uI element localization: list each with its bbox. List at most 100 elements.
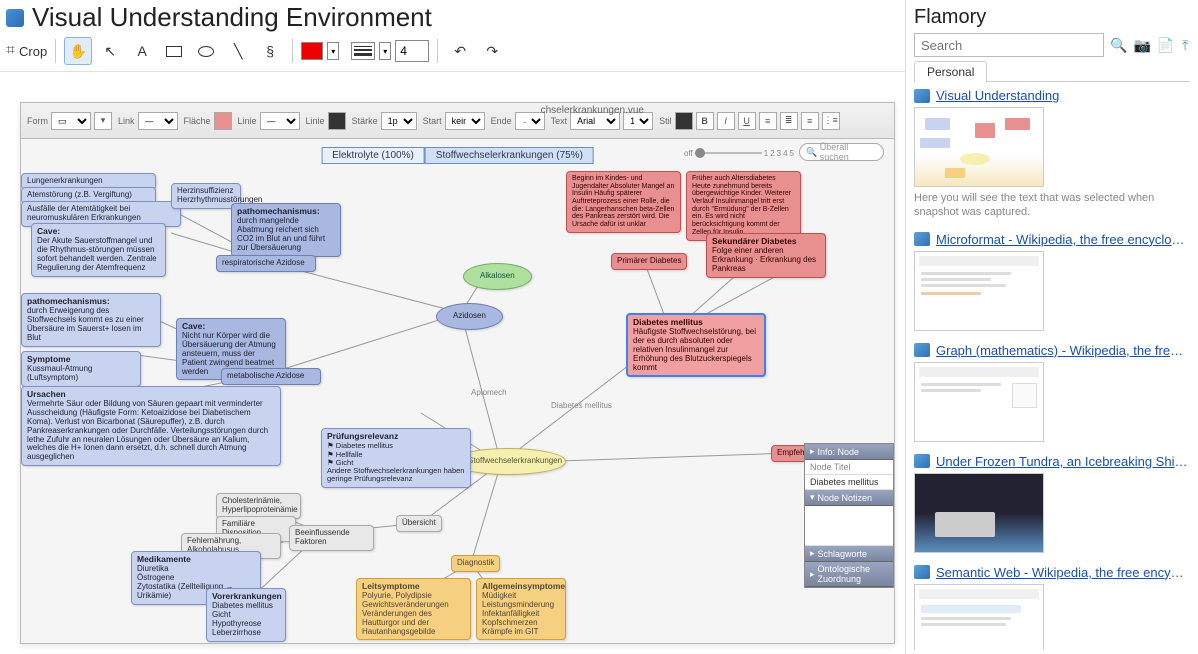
- info-notes-body[interactable]: [805, 506, 893, 546]
- line-weight-dropdown[interactable]: ▾: [379, 42, 391, 60]
- snapshot-thumbnail[interactable]: [914, 584, 1044, 650]
- app-title: Visual Understanding Environment: [32, 2, 432, 33]
- rect-tool-button[interactable]: [160, 37, 188, 65]
- zoom-thumb[interactable]: [695, 148, 705, 158]
- undo-button[interactable]: ↶: [446, 37, 474, 65]
- snapshot-thumbnail[interactable]: [914, 362, 1044, 442]
- snapshot-icon: [914, 565, 930, 579]
- snapshot-thumbnail[interactable]: [914, 251, 1044, 331]
- italic-button[interactable]: I: [717, 112, 735, 130]
- list-button[interactable]: ⋮≡: [822, 112, 840, 130]
- snapshot-title[interactable]: Under Frozen Tundra, an Icebreaking Ship…: [936, 454, 1190, 469]
- stroke-select[interactable]: 1px: [381, 112, 417, 130]
- ellipse-tool-button[interactable]: [192, 37, 220, 65]
- sidebar-tabs: Personal: [914, 61, 1190, 82]
- camera-icon[interactable]: 📷: [1133, 36, 1150, 54]
- node[interactable]: pathomechanismus:durch Erweigerung des S…: [21, 293, 161, 347]
- line-tool-button[interactable]: ╲: [224, 37, 252, 65]
- node[interactable]: Primärer Diabetes: [611, 253, 687, 270]
- node[interactable]: Cave:Der Akute Sauerstoffmangel und die …: [31, 223, 166, 277]
- node[interactable]: AllgemeinsymptomeMüdigkeit Leistungsmind…: [476, 578, 566, 640]
- bold-button[interactable]: B: [696, 112, 714, 130]
- canvas-search[interactable]: 🔍 Überall suchen: [799, 143, 884, 161]
- info-header[interactable]: ▸ Info: Node: [805, 444, 893, 460]
- link-select[interactable]: —: [138, 112, 178, 130]
- node-selected[interactable]: Diabetes mellitusHäufigste Stoffwechsels…: [626, 313, 766, 377]
- fill-color-dropdown[interactable]: ▾: [327, 42, 339, 60]
- sidebar-search-input[interactable]: [914, 33, 1104, 57]
- node[interactable]: respiratorische Azidose: [216, 255, 316, 272]
- page-icon[interactable]: 📄: [1157, 36, 1174, 54]
- line-color[interactable]: [328, 112, 346, 130]
- hand-icon: ✋: [69, 43, 86, 60]
- node[interactable]: metabolische Azidose: [221, 368, 321, 385]
- snapshot-list[interactable]: Visual Understanding Here you will see t…: [914, 82, 1190, 650]
- underline-button[interactable]: U: [738, 112, 756, 130]
- align-left[interactable]: ≡: [759, 112, 777, 130]
- snapshot-item[interactable]: Semantic Web - Wikipedia, the free encyc…: [914, 563, 1190, 650]
- canvas-toolbar: Form▭▾ Link— Fläche Linie— Linie Stärke1…: [21, 103, 894, 139]
- flamory-sidebar: Flamory 🔍 📷 📄 ⤒ Personal Visual Understa…: [906, 0, 1198, 654]
- info-notes-header[interactable]: ▾ Node Notizen: [805, 490, 893, 506]
- snapshot-title[interactable]: Visual Understanding: [936, 88, 1059, 103]
- fill-color-swatch[interactable]: [301, 42, 323, 60]
- snapshot-icon: [914, 454, 930, 468]
- node[interactable]: Prüfungsrelevanz⚑ Diabetes mellitus ⚑ He…: [321, 428, 471, 488]
- node[interactable]: Früher auch Altersdiabetes Heute zunehmu…: [686, 171, 801, 241]
- node-azidosen[interactable]: Azidosen: [436, 303, 503, 330]
- node[interactable]: Beeinflussende Faktoren: [289, 525, 374, 551]
- arrow-start[interactable]: keine: [445, 112, 485, 130]
- crop-icon: ⌗: [6, 42, 15, 60]
- node[interactable]: VorerkrankungenDiabetes mellitus Gicht H…: [206, 588, 286, 642]
- snapshot-title[interactable]: Microformat - Wikipedia, the free encycl…: [936, 232, 1190, 247]
- snapshot-thumbnail[interactable]: [914, 473, 1044, 553]
- redo-button[interactable]: ↷: [478, 37, 506, 65]
- free-draw-button[interactable]: §: [256, 37, 284, 65]
- canvas-area: Form▭▾ Link— Fläche Linie— Linie Stärke1…: [0, 72, 905, 654]
- crop-label: Crop: [19, 44, 47, 59]
- snapshot-title[interactable]: Semantic Web - Wikipedia, the free encyc…: [936, 565, 1190, 580]
- collapse-icon[interactable]: ⤒: [1180, 36, 1190, 54]
- info-onto-header[interactable]: ▸ Ontologische Zuordnung: [805, 562, 893, 587]
- align-right[interactable]: ≡: [801, 112, 819, 130]
- search-icon[interactable]: 🔍: [1110, 35, 1127, 55]
- form-select[interactable]: ▭: [51, 112, 91, 130]
- file-title: chselerkrankungen.vue: [541, 105, 644, 116]
- snapshot-item[interactable]: Microformat - Wikipedia, the free encycl…: [914, 230, 1190, 331]
- node-uebersicht[interactable]: Übersicht: [396, 515, 442, 532]
- fill-color[interactable]: [214, 112, 232, 130]
- hand-tool-button[interactable]: ✋: [64, 37, 92, 65]
- line-style[interactable]: —: [260, 112, 300, 130]
- breadcrumb-item[interactable]: Elektrolyte (100%): [321, 147, 425, 164]
- node[interactable]: Cholesterinämie, Hyperlipoproteinämie: [216, 493, 301, 519]
- text-tool-button[interactable]: A: [128, 37, 156, 65]
- snapshot-item[interactable]: Under Frozen Tundra, an Icebreaking Ship…: [914, 452, 1190, 553]
- info-subtitle: Node Titel: [805, 460, 893, 475]
- main-panel: Visual Understanding Environment ⌗ Crop …: [0, 0, 906, 654]
- ellipse-icon: [198, 46, 214, 57]
- stroke-width-input[interactable]: [395, 40, 429, 62]
- node-diagnostik[interactable]: Diagnostik: [451, 555, 500, 572]
- snapshot-item[interactable]: Visual Understanding Here you will see t…: [914, 86, 1190, 220]
- node[interactable]: UrsachenVermehrte Säur oder Bildung von …: [21, 386, 281, 466]
- crop-button[interactable]: ⌗ Crop: [6, 42, 47, 60]
- select-tool-button[interactable]: ↖: [96, 37, 124, 65]
- node[interactable]: Beginn im Kindes- und Jugendalter Absolu…: [566, 171, 681, 233]
- tab-personal[interactable]: Personal: [914, 61, 987, 82]
- snapshot-item[interactable]: Graph (mathematics) - Wikipedia, the fre…: [914, 341, 1190, 442]
- text-color[interactable]: [675, 112, 693, 130]
- node-alkalosen[interactable]: Alkalosen: [463, 263, 532, 290]
- node[interactable]: Sekundärer DiabetesFolge einer anderen E…: [706, 233, 826, 278]
- align-center[interactable]: ≣: [780, 112, 798, 130]
- node[interactable]: pathomechanismus:durch mangelnde Abatmun…: [231, 203, 341, 257]
- info-tags-header[interactable]: ▸ Schlagworte: [805, 546, 893, 562]
- zoom-slider[interactable]: off 12345: [684, 143, 794, 163]
- form-dd[interactable]: ▾: [94, 112, 112, 130]
- node[interactable]: LeitsymptomePolyurie, Polydipsie Gewicht…: [356, 578, 471, 640]
- snapshot-thumbnail[interactable]: [914, 107, 1044, 187]
- snapshot-title[interactable]: Graph (mathematics) - Wikipedia, the fre…: [936, 343, 1190, 358]
- concept-map-canvas[interactable]: Form▭▾ Link— Fläche Linie— Linie Stärke1…: [20, 102, 895, 644]
- line-weight-button[interactable]: [351, 42, 375, 60]
- breadcrumb-item[interactable]: Stoffwechselerkrankungen (75%): [425, 147, 594, 164]
- node[interactable]: SymptomeKussmaul-Atmung (Luftsymptom): [21, 351, 141, 387]
